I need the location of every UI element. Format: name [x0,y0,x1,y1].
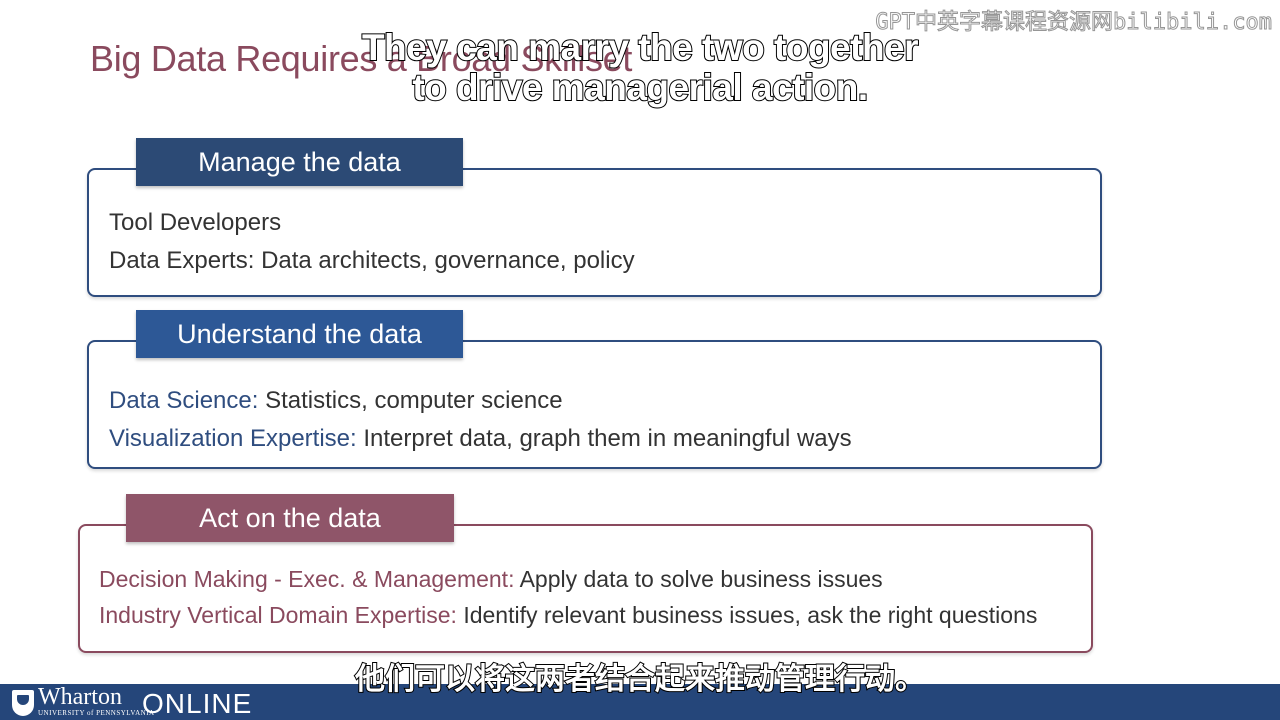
section-line: Industry Vertical Domain Expertise: Iden… [99,602,1037,629]
line-key: Data Science: [109,387,259,414]
section-line: Data Experts: Data architects, governanc… [109,247,635,275]
act-data-header: Act on the data [126,494,454,542]
line-text: Apply data to solve business issues [514,566,883,592]
section-line: Data Science: Statistics, computer scien… [109,387,563,415]
logo-university: UNIVERSITY of PENNSYLVANIA [38,709,155,717]
english-caption-line2: to drive managerial action. [411,67,869,109]
manage-data-header: Manage the data [136,138,463,186]
line-text: Interpret data, graph them in meaningful… [356,425,852,452]
chinese-caption: 他们可以将这两者结合起来推动管理行动。 [354,661,926,698]
line-text: Data Experts: Data architects, governanc… [109,247,635,274]
line-key: Industry Vertical Domain Expertise: [99,602,457,628]
section-line: Decision Making - Exec. & Management: Ap… [99,566,883,593]
section-line: Tool Developers [109,209,281,237]
line-text: Statistics, computer science [258,387,563,414]
line-text: Identify relevant business issues, ask t… [456,602,1038,628]
english-caption-line1: They can marry the two together [361,27,920,69]
line-key: Decision Making - Exec. & Management: [99,566,515,592]
understand-data-header: Understand the data [136,310,463,358]
line-text: Tool Developers [109,209,282,236]
english-caption: They can marry the two together to drive… [0,27,1280,109]
section-line: Visualization Expertise: Interpret data,… [109,425,852,453]
line-key: Visualization Expertise: [109,425,357,452]
